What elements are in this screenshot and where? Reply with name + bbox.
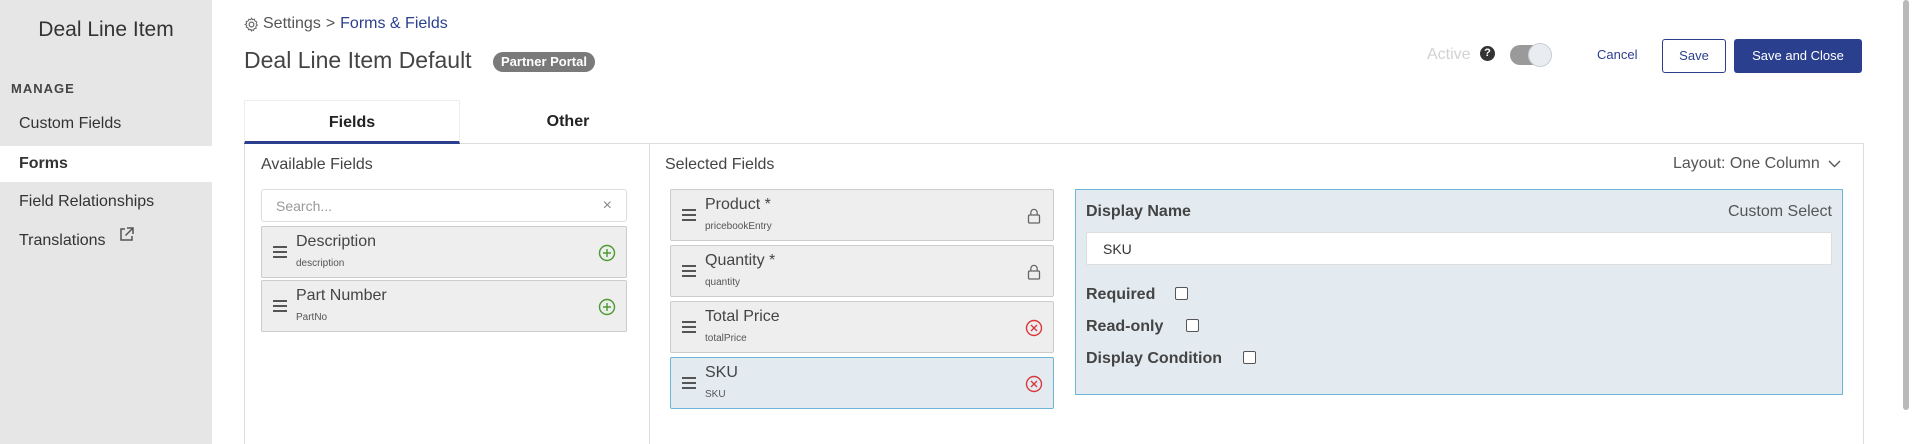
selected-field-quantity[interactable]: Quantity * quantity	[670, 245, 1054, 297]
sidebar-item-label: Field Relationships	[19, 193, 155, 210]
field-key: SKU	[705, 389, 726, 400]
gear-icon	[244, 16, 259, 32]
display-condition-checkbox[interactable]	[1243, 351, 1256, 364]
readonly-checkbox[interactable]	[1186, 319, 1199, 332]
add-circle-icon[interactable]	[598, 244, 616, 262]
drag-handle-icon[interactable]	[682, 265, 696, 277]
field-key: quantity	[705, 277, 741, 288]
section-heading-manage: MANAGE	[11, 81, 75, 96]
sidebar-item-custom-fields[interactable]: Custom Fields	[0, 106, 212, 142]
external-link-icon	[118, 221, 135, 257]
active-label: Active	[1427, 46, 1471, 63]
breadcrumb-current[interactable]: Forms & Fields	[340, 15, 448, 33]
active-toggle[interactable]	[1510, 43, 1552, 67]
field-name: Description	[296, 233, 377, 250]
chevron-down-icon	[1828, 155, 1841, 173]
breadcrumb-root[interactable]: Settings	[263, 15, 321, 33]
field-name: Part Number	[296, 287, 387, 304]
search-box: ×	[261, 189, 627, 222]
tab-other[interactable]: Other	[460, 100, 676, 144]
available-field-description[interactable]: Description description	[261, 226, 627, 278]
tab-fields[interactable]: Fields	[244, 100, 460, 144]
available-field-part-number[interactable]: Part Number PartNo	[261, 280, 627, 332]
field-key: totalPrice	[705, 333, 747, 344]
required-checkbox[interactable]	[1175, 287, 1188, 300]
save-button[interactable]: Save	[1662, 39, 1726, 73]
display-name-label: Display Name	[1086, 203, 1191, 220]
selected-field-total-price[interactable]: Total Price totalPrice	[670, 301, 1054, 353]
page-title: Deal Line Item Default	[244, 47, 472, 73]
field-name: SKU	[705, 364, 738, 381]
cancel-button[interactable]: Cancel	[1591, 39, 1643, 71]
drag-handle-icon[interactable]	[682, 209, 696, 221]
selected-field-product[interactable]: Product * pricebookEntry	[670, 189, 1054, 241]
sidebar-item-forms[interactable]: Forms	[0, 146, 212, 182]
readonly-label: Read-only	[1086, 318, 1164, 335]
field-name: Quantity *	[705, 252, 776, 269]
sidebar-item-label: Translations	[19, 232, 106, 249]
field-type-label: Custom Select	[1727, 203, 1832, 220]
breadcrumb-separator: >	[325, 15, 336, 32]
drag-handle-icon[interactable]	[682, 321, 696, 333]
remove-circle-icon[interactable]	[1025, 375, 1043, 393]
display-condition-label: Display Condition	[1086, 350, 1222, 367]
selected-fields-heading: Selected Fields	[665, 156, 775, 173]
remove-circle-icon[interactable]	[1025, 319, 1043, 337]
drag-handle-icon[interactable]	[682, 377, 696, 389]
required-label: Required	[1086, 286, 1156, 303]
sidebar-item-label: Custom Fields	[19, 115, 122, 132]
app-title: Deal Line Item	[38, 18, 174, 41]
add-circle-icon[interactable]	[598, 298, 616, 316]
panel-border	[1863, 144, 1864, 444]
layout-select[interactable]: Layout: One Column	[1673, 155, 1841, 173]
clear-search-icon[interactable]: ×	[603, 197, 612, 215]
search-input[interactable]	[276, 190, 596, 221]
field-name: Product *	[705, 196, 771, 213]
layout-label: Layout: One Column	[1673, 155, 1820, 172]
portal-badge: Partner Portal	[493, 52, 595, 72]
drag-handle-icon[interactable]	[273, 246, 287, 258]
field-key: PartNo	[296, 312, 328, 323]
field-key: description	[296, 258, 345, 269]
save-and-close-button[interactable]: Save and Close	[1734, 39, 1862, 73]
lock-icon	[1025, 207, 1043, 225]
available-fields-heading: Available Fields	[261, 156, 373, 173]
sidebar-item-translations[interactable]: Translations	[0, 223, 212, 259]
help-icon[interactable]: ?	[1480, 46, 1495, 61]
toggle-knob	[1528, 43, 1552, 67]
sidebar: Deal Line Item MANAGE Custom Fields Form…	[0, 0, 212, 444]
display-name-input[interactable]	[1086, 232, 1832, 265]
breadcrumb: Settings > Forms & Fields	[244, 15, 448, 33]
field-key: pricebookEntry	[705, 221, 772, 232]
sidebar-item-label: Forms	[19, 155, 68, 172]
scrollbar[interactable]	[1903, 0, 1909, 410]
drag-handle-icon[interactable]	[273, 300, 287, 312]
field-detail-panel: Display Name Custom Select Required Read…	[1075, 189, 1843, 395]
lock-icon	[1025, 263, 1043, 281]
field-name: Total Price	[705, 308, 780, 325]
selected-field-sku[interactable]: SKU SKU	[670, 357, 1054, 409]
sidebar-item-field-relationships[interactable]: Field Relationships	[0, 184, 212, 220]
